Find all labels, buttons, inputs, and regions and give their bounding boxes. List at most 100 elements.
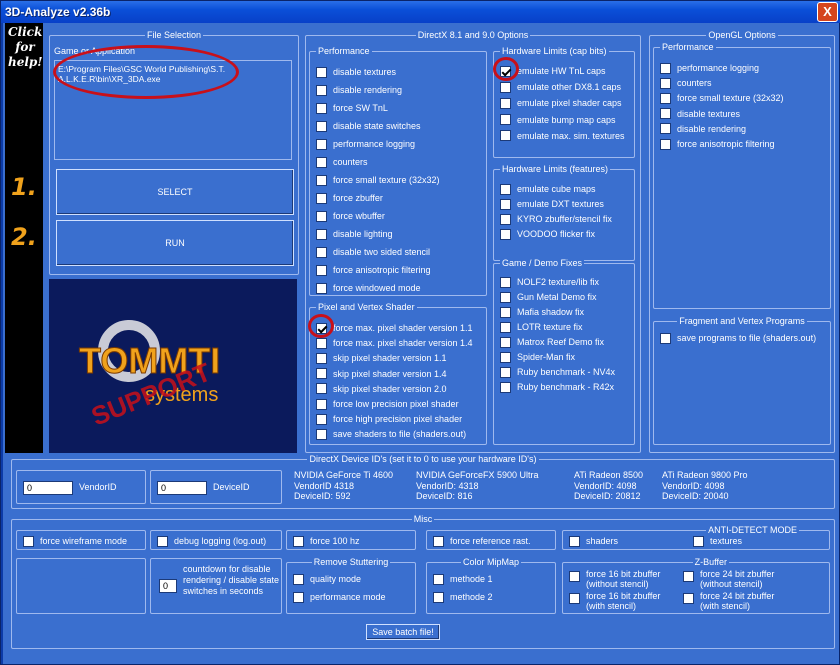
device-card-nvidia-geforce-ti-4600[interactable]: NVIDIA GeForce Ti 4600 VendorID 4318 Devic…: [294, 470, 393, 502]
checkbox-box[interactable]: [500, 291, 511, 303]
checkbox-box[interactable]: [660, 92, 671, 104]
checkbox-box[interactable]: [500, 198, 511, 210]
checkbox-box[interactable]: [569, 593, 580, 604]
disable-textures-checkbox[interactable]: disable textures: [316, 66, 396, 78]
checkbox-box[interactable]: [316, 413, 327, 425]
skip-pixel-shader-version-2-0-checkbox[interactable]: skip pixel shader version 2.0: [316, 383, 447, 395]
checkbox-box[interactable]: [293, 535, 304, 547]
device-card-nvidia-geforcefx-5900-ultra[interactable]: NVIDIA GeForceFX 5900 Ultra VendorID: 431…: [416, 470, 539, 502]
checkbox-box[interactable]: [23, 535, 34, 547]
checkbox-box[interactable]: [683, 593, 694, 604]
checkbox-box[interactable]: [316, 383, 327, 395]
run-button[interactable]: RUN: [56, 220, 294, 266]
checkbox-box[interactable]: [500, 81, 511, 93]
force-wireframe-checkbox[interactable]: force wireframe mode: [23, 535, 127, 547]
matrox-reef-demo-fix-checkbox[interactable]: Matrox Reef Demo fix: [500, 336, 604, 348]
checkbox-box[interactable]: [316, 210, 327, 222]
checkbox-box[interactable]: [683, 571, 694, 582]
device-card-ati-radeon-8500[interactable]: ATi Radeon 8500 VendorID: 4098 DeviceID: 2…: [574, 470, 643, 502]
checkbox-box[interactable]: [660, 138, 671, 150]
checkbox-box[interactable]: [500, 366, 511, 378]
spider-man-fix-checkbox[interactable]: Spider-Man fix: [500, 351, 575, 363]
force-sw-tnl-checkbox[interactable]: force SW TnL: [316, 102, 388, 114]
methode-1-checkbox[interactable]: methode 1: [433, 573, 493, 585]
checkbox-box[interactable]: [316, 174, 327, 186]
checkbox-box[interactable]: [693, 535, 704, 547]
force-max-pixel-shader-version-1-1-checkbox[interactable]: force max. pixel shader version 1.1: [316, 322, 473, 334]
force-small-texture-32x32-checkbox[interactable]: force small texture (32x32): [660, 92, 784, 104]
checkbox-box[interactable]: [316, 264, 327, 276]
checkbox-box[interactable]: [316, 84, 327, 96]
z24-without-stencil-checkbox[interactable]: force 24 bit zbuffer (without stencil): [683, 569, 774, 591]
checkbox-box[interactable]: [316, 282, 327, 294]
checkbox-box[interactable]: [660, 108, 671, 120]
force-windowed-mode-checkbox[interactable]: force windowed mode: [316, 282, 421, 294]
emulate-other-dx8-1-caps-checkbox[interactable]: emulate other DX8.1 caps: [500, 81, 621, 93]
performance-mode-checkbox[interactable]: performance mode: [293, 591, 386, 603]
checkbox-box[interactable]: [316, 398, 327, 410]
disable-lighting-checkbox[interactable]: disable lighting: [316, 228, 393, 240]
checkbox-box[interactable]: [293, 573, 304, 585]
counters-checkbox[interactable]: counters: [316, 156, 368, 168]
checkbox-box[interactable]: [569, 535, 580, 547]
anti-detect-textures-checkbox[interactable]: textures: [693, 535, 742, 547]
anti-detect-shaders-checkbox[interactable]: shaders: [569, 535, 618, 547]
checkbox-box[interactable]: [500, 306, 511, 318]
checkbox-box[interactable]: [500, 321, 511, 333]
disable-textures-checkbox[interactable]: disable textures: [660, 108, 740, 120]
force-small-texture-32x32-checkbox[interactable]: force small texture (32x32): [316, 174, 440, 186]
countdown-input[interactable]: 0: [159, 579, 177, 593]
checkbox-box[interactable]: [316, 246, 327, 258]
voodoo-flicker-fix-checkbox[interactable]: VOODOO flicker fix: [500, 228, 595, 240]
checkbox-box[interactable]: [660, 62, 671, 74]
force-zbuffer-checkbox[interactable]: force zbuffer: [316, 192, 383, 204]
save-programs-to-file-shaders-out-checkbox[interactable]: save programs to file (shaders.out): [660, 332, 816, 344]
checkbox-box[interactable]: [500, 97, 511, 109]
skip-pixel-shader-version-1-4-checkbox[interactable]: skip pixel shader version 1.4: [316, 368, 447, 380]
checkbox-box[interactable]: [316, 138, 327, 150]
checkbox-box[interactable]: [293, 591, 304, 603]
checkbox-box[interactable]: [660, 123, 671, 135]
emulate-max-sim-textures-checkbox[interactable]: emulate max. sim. textures: [500, 130, 625, 142]
checkbox-box[interactable]: [433, 535, 444, 547]
checkbox-box[interactable]: [316, 337, 327, 349]
ruby-benchmark-nv4x-checkbox[interactable]: Ruby benchmark - NV4x: [500, 366, 615, 378]
emulate-cube-maps-checkbox[interactable]: emulate cube maps: [500, 183, 596, 195]
debug-logging-checkbox[interactable]: debug logging (log.out): [157, 535, 266, 547]
z24-with-stencil-checkbox[interactable]: force 24 bit zbuffer (with stencil): [683, 591, 774, 613]
mafia-shadow-fix-checkbox[interactable]: Mafia shadow fix: [500, 306, 584, 318]
select-button[interactable]: SELECT: [56, 169, 294, 215]
lotr-texture-fix-checkbox[interactable]: LOTR texture fix: [500, 321, 583, 333]
z16-with-stencil-checkbox[interactable]: force 16 bit zbuffer (with stencil): [569, 591, 660, 613]
methode-2-checkbox[interactable]: methode 2: [433, 591, 493, 603]
ruby-benchmark-r42x-checkbox[interactable]: Ruby benchmark - R42x: [500, 381, 614, 393]
save-batch-button[interactable]: Save batch file!: [366, 624, 440, 640]
checkbox-box[interactable]: [433, 591, 444, 603]
z16-without-stencil-checkbox[interactable]: force 16 bit zbuffer (without stencil): [569, 569, 660, 591]
checkbox-box[interactable]: [316, 428, 327, 440]
checkbox-box[interactable]: [500, 336, 511, 348]
force-anisotropic-filtering-checkbox[interactable]: force anisotropic filtering: [316, 264, 431, 276]
checkbox-box[interactable]: [316, 66, 327, 78]
checkbox-box[interactable]: [316, 156, 327, 168]
checkbox-box[interactable]: [500, 228, 511, 240]
vendor-id-input[interactable]: 0: [23, 481, 73, 495]
disable-state-switches-checkbox[interactable]: disable state switches: [316, 120, 421, 132]
disable-rendering-checkbox[interactable]: disable rendering: [660, 123, 746, 135]
checkbox-box[interactable]: [500, 381, 511, 393]
force-low-precision-pixel-shader-checkbox[interactable]: force low precision pixel shader: [316, 398, 459, 410]
emulate-pixel-shader-caps-checkbox[interactable]: emulate pixel shader caps: [500, 97, 622, 109]
emulate-bump-map-caps-checkbox[interactable]: emulate bump map caps: [500, 114, 616, 126]
quality-mode-checkbox[interactable]: quality mode: [293, 573, 361, 585]
force-100hz-checkbox[interactable]: force 100 hz: [293, 535, 360, 547]
checkbox-box[interactable]: [500, 276, 511, 288]
force-max-pixel-shader-version-1-4-checkbox[interactable]: force max. pixel shader version 1.4: [316, 337, 473, 349]
performance-logging-checkbox[interactable]: performance logging: [316, 138, 415, 150]
checkbox-box[interactable]: [316, 120, 327, 132]
checkbox-box[interactable]: [500, 114, 511, 126]
force-wbuffer-checkbox[interactable]: force wbuffer: [316, 210, 385, 222]
checkbox-box[interactable]: [433, 573, 444, 585]
checkbox-box[interactable]: [316, 368, 327, 380]
disable-two-sided-stencil-checkbox[interactable]: disable two sided stencil: [316, 246, 430, 258]
checkbox-box[interactable]: [660, 332, 671, 344]
